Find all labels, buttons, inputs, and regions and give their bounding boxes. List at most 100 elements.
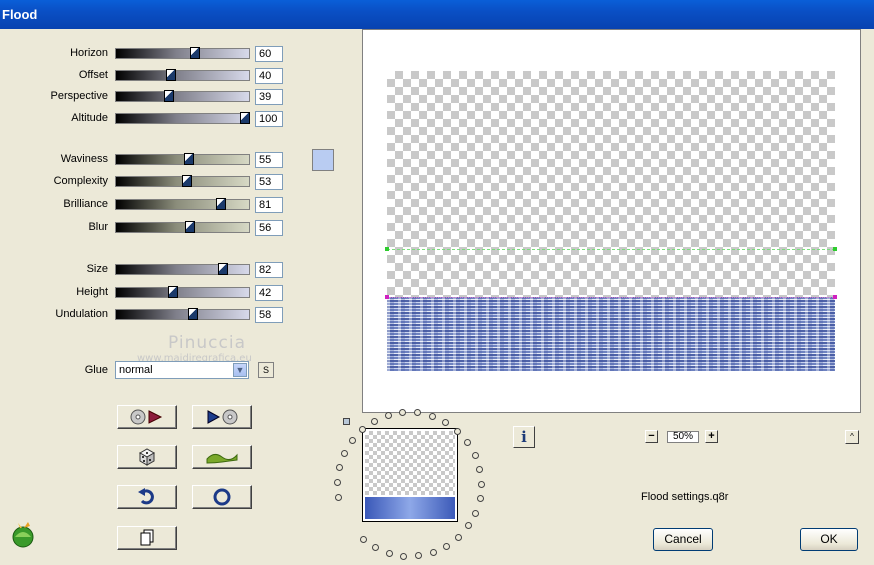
- complexity-slider-thumb[interactable]: [182, 175, 192, 187]
- offset-slider-thumb[interactable]: [166, 69, 176, 81]
- blur-slider-thumb[interactable]: [185, 221, 195, 233]
- logo-icon: [10, 522, 36, 548]
- reset-icon: [213, 488, 231, 506]
- info-icon[interactable]: i: [513, 426, 535, 448]
- horizon-slider-thumb[interactable]: [190, 47, 200, 59]
- altitude-slider-thumb[interactable]: [240, 112, 250, 124]
- horizon-value[interactable]: 60: [255, 46, 283, 62]
- offset-slider[interactable]: [115, 69, 250, 81]
- dial-dot[interactable]: [372, 544, 379, 551]
- complexity-slider[interactable]: [115, 175, 250, 187]
- dial-dot[interactable]: [335, 494, 342, 501]
- chevron-down-icon[interactable]: ▼: [233, 363, 247, 377]
- dial-dot[interactable]: [336, 464, 343, 471]
- dial-dot[interactable]: [443, 543, 450, 550]
- brilliance-slider[interactable]: [115, 198, 250, 210]
- wave-button[interactable]: [192, 445, 252, 469]
- blur-value[interactable]: 56: [255, 220, 283, 236]
- zoom-in-button[interactable]: +: [705, 430, 718, 443]
- blur-slider[interactable]: [115, 221, 250, 233]
- navigator-square[interactable]: [343, 418, 350, 425]
- rewind-icon: [130, 409, 163, 425]
- undulation-slider-thumb[interactable]: [188, 308, 198, 320]
- level-handle-left[interactable]: [385, 295, 389, 299]
- dial-dot[interactable]: [430, 549, 437, 556]
- waviness-value[interactable]: 55: [255, 152, 283, 168]
- dial-dot[interactable]: [442, 419, 449, 426]
- wave-icon: [206, 453, 238, 464]
- glue-value: normal: [119, 364, 153, 376]
- zoom-level: 50%: [667, 431, 699, 443]
- brilliance-label: Brilliance: [63, 198, 108, 210]
- undulation-value[interactable]: 58: [255, 307, 283, 323]
- dial-dot[interactable]: [359, 426, 366, 433]
- copy-button[interactable]: [117, 526, 177, 550]
- waviness-slider-thumb[interactable]: [184, 153, 194, 165]
- height-value[interactable]: 42: [255, 285, 283, 301]
- expand-button[interactable]: ^: [845, 430, 859, 444]
- dial-dot[interactable]: [464, 439, 471, 446]
- dial-dot[interactable]: [454, 428, 461, 435]
- altitude-label: Altitude: [71, 112, 108, 124]
- waviness-slider[interactable]: [115, 153, 250, 165]
- water-color-swatch[interactable]: [312, 149, 334, 171]
- perspective-slider-thumb[interactable]: [164, 90, 174, 102]
- dial-dot[interactable]: [455, 534, 462, 541]
- dial-dot[interactable]: [341, 450, 348, 457]
- dial-dot[interactable]: [476, 466, 483, 473]
- rewind-button[interactable]: [117, 405, 177, 429]
- glue-label: Glue: [84, 364, 108, 376]
- dial-dot[interactable]: [399, 409, 406, 416]
- dial-dot[interactable]: [478, 481, 485, 488]
- perspective-value[interactable]: 39: [255, 89, 283, 105]
- undulation-label: Undulation: [55, 308, 108, 320]
- dial-dot[interactable]: [385, 412, 392, 419]
- ok-button[interactable]: OK: [800, 528, 858, 551]
- offset-value[interactable]: 40: [255, 68, 283, 84]
- dial-dot[interactable]: [429, 413, 436, 420]
- brilliance-value[interactable]: 81: [255, 197, 283, 213]
- size-value[interactable]: 82: [255, 262, 283, 278]
- navigator-thumbnail[interactable]: [362, 428, 458, 522]
- dial-dot[interactable]: [465, 522, 472, 529]
- perspective-slider[interactable]: [115, 90, 250, 102]
- size-slider[interactable]: [115, 263, 250, 275]
- random-button[interactable]: [117, 445, 177, 469]
- brilliance-slider-thumb[interactable]: [216, 198, 226, 210]
- glue-select[interactable]: normal ▼: [115, 361, 249, 379]
- dial-dot[interactable]: [386, 550, 393, 557]
- horizon-slider[interactable]: [115, 47, 250, 59]
- height-label: Height: [76, 286, 108, 298]
- dial-dot[interactable]: [477, 495, 484, 502]
- play-icon: [207, 409, 238, 425]
- size-slider-thumb[interactable]: [218, 263, 228, 275]
- dial-dot[interactable]: [472, 452, 479, 459]
- zoom-out-button[interactable]: −: [645, 430, 658, 443]
- glue-swap-button[interactable]: S: [258, 362, 274, 378]
- dial-dot[interactable]: [334, 479, 341, 486]
- dial-dot[interactable]: [472, 510, 479, 517]
- dial-dot[interactable]: [415, 552, 422, 559]
- dial-dot[interactable]: [414, 409, 421, 416]
- altitude-value[interactable]: 100: [255, 111, 283, 127]
- cancel-button[interactable]: Cancel: [653, 528, 713, 551]
- preview-canvas[interactable]: [362, 29, 861, 413]
- complexity-value[interactable]: 53: [255, 174, 283, 190]
- horizon-guide[interactable]: [387, 249, 835, 250]
- horizon-label: Horizon: [70, 47, 108, 59]
- dial-dot[interactable]: [371, 418, 378, 425]
- dial-dot[interactable]: [400, 553, 407, 560]
- dial-dot[interactable]: [360, 536, 367, 543]
- water-level-guide[interactable]: [387, 297, 835, 298]
- undo-button[interactable]: [117, 485, 177, 509]
- level-handle-right[interactable]: [833, 295, 837, 299]
- altitude-slider[interactable]: [115, 112, 250, 124]
- horizon-handle-right[interactable]: [833, 247, 837, 251]
- play-button[interactable]: [192, 405, 252, 429]
- dial-dot[interactable]: [349, 437, 356, 444]
- reset-button[interactable]: [192, 485, 252, 509]
- horizon-handle-left[interactable]: [385, 247, 389, 251]
- undulation-slider[interactable]: [115, 308, 250, 320]
- height-slider-thumb[interactable]: [168, 286, 178, 298]
- height-slider[interactable]: [115, 286, 250, 298]
